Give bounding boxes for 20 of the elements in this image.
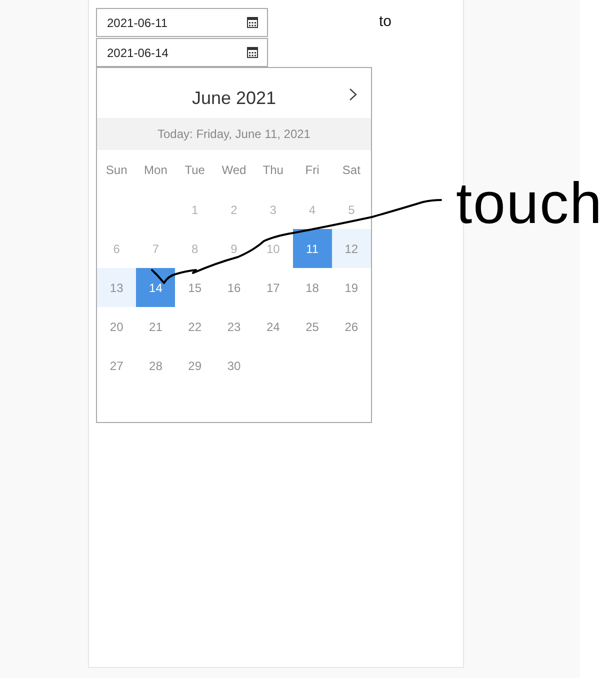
calendar-icon [247, 47, 258, 58]
date-field[interactable]: 2021-06-14 [96, 38, 268, 67]
today-bar[interactable]: Today: Friday, June 11, 2021 [97, 118, 371, 150]
date-cell[interactable]: 12 [332, 229, 371, 268]
date-cell[interactable]: 11 [292, 229, 332, 268]
weekday-label: Wed [222, 162, 246, 179]
handwritten-annotation: touch [456, 175, 603, 233]
range-separator: to [379, 12, 392, 32]
calendar-icon [247, 17, 258, 28]
month-title: June 2021 [192, 87, 276, 109]
weekday-label: Tue [184, 162, 205, 179]
date-cell[interactable]: 13 [97, 268, 136, 307]
weekday-label: Fri [305, 162, 320, 179]
weekday-label: Sun [106, 162, 128, 179]
date-field[interactable]: 2021-06-11 [96, 8, 268, 37]
weekday-label: Sat [342, 162, 360, 179]
weekday-label: Mon [144, 162, 168, 179]
weekday-label: Thu [262, 162, 284, 179]
date-cell[interactable]: 14 [136, 268, 176, 307]
chevron-right-icon [349, 88, 357, 100]
